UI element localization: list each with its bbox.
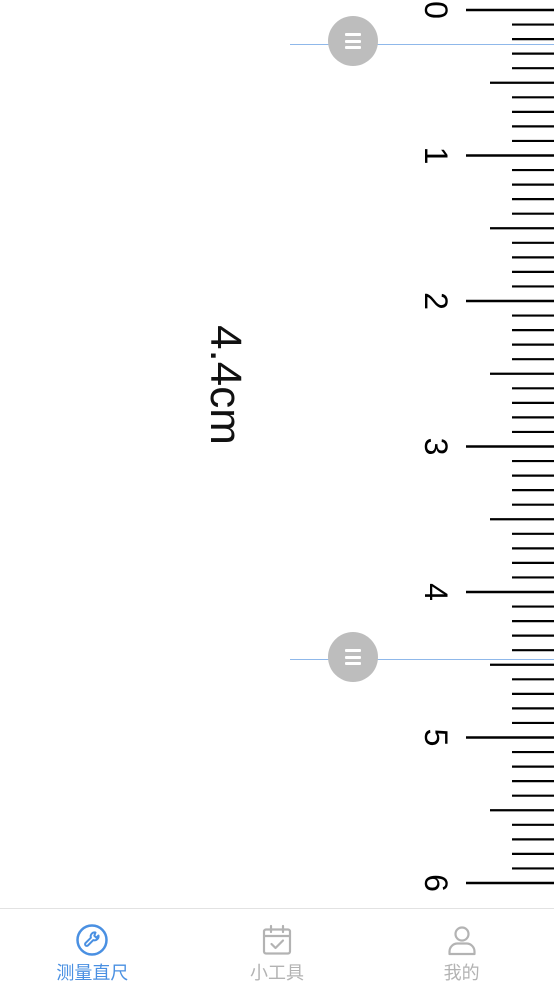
calendar-check-icon	[262, 924, 292, 955]
measurement-readout: 4.4cm	[201, 325, 250, 445]
tab-ruler-label: 测量直尺	[56, 963, 129, 984]
tab-tools-label: 小工具	[250, 963, 304, 984]
bottom-drag-handle[interactable]	[328, 632, 378, 682]
ruler-label: 4	[418, 583, 454, 601]
bottom-tab-bar: 测量直尺 小工具 我的	[0, 908, 554, 985]
tab-ruler[interactable]: 测量直尺	[0, 909, 185, 985]
ruler-label: 0	[418, 1, 454, 19]
tab-profile-label: 我的	[443, 963, 480, 984]
top-drag-handle[interactable]	[328, 16, 378, 66]
tab-tools[interactable]: 小工具	[185, 909, 370, 985]
drag-handle-icon	[345, 649, 361, 665]
ruler-label: 6	[418, 874, 454, 892]
ruler-label: 5	[418, 729, 454, 747]
ruler-label: 2	[418, 292, 454, 310]
ruler-label: 1	[418, 147, 454, 165]
drag-handle-icon	[345, 33, 361, 49]
ruler-label: 3	[418, 438, 454, 456]
person-icon	[448, 926, 476, 956]
ruler-scale: 0 1 2 3 4 5 6	[418, 1, 554, 892]
wrench-circle-icon	[76, 924, 109, 956]
tab-profile[interactable]: 我的	[369, 909, 554, 985]
